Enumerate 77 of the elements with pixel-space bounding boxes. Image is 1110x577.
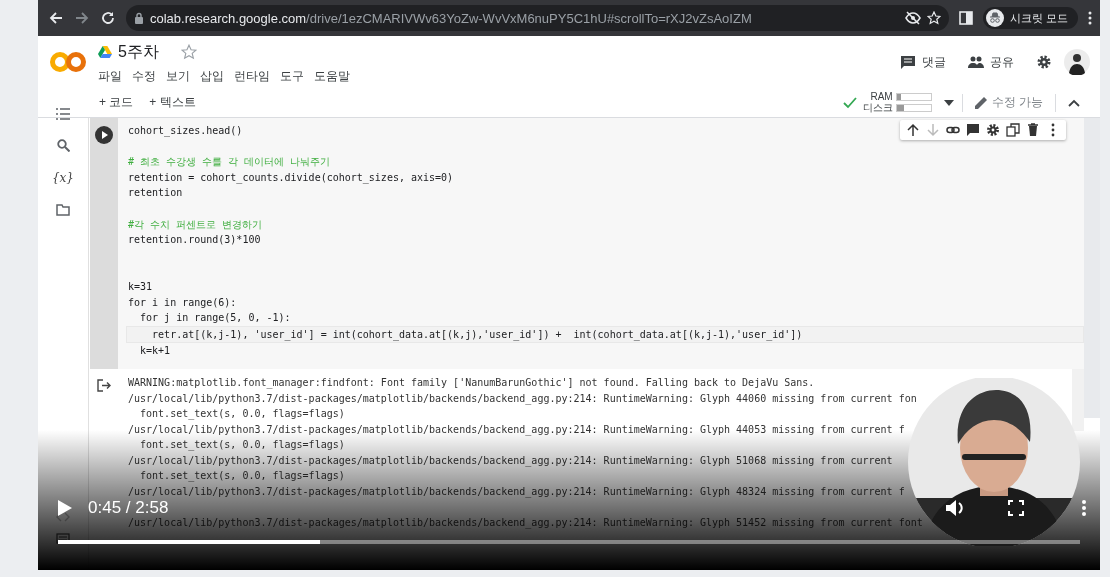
- play-icon[interactable]: [58, 500, 72, 516]
- progress-bar[interactable]: [58, 540, 1080, 544]
- check-icon: [842, 96, 857, 109]
- mirror-icon[interactable]: [1006, 123, 1020, 137]
- address-bar[interactable]: colab.research.google.com/drive/1ezCMARIVWv63YoZw-WvVxM6nuPY5C1hU#scrollTo=rXJ2vZsAoIZM: [126, 5, 949, 31]
- output-icon[interactable]: [97, 379, 111, 392]
- output-line: /usr/local/lib/python3.7/dist-packages/matplotlib/backends/backend_agg.py:214: RuntimeWarning: Glyph 44053 missing from current f: [128, 422, 905, 437]
- variables-icon[interactable]: {x}: [51, 171, 74, 185]
- menu-item[interactable]: 파일: [98, 67, 122, 85]
- output-line: font.set_text(s, 0.0, flags=flags): [139, 438, 345, 453]
- code-line: k=31: [128, 279, 153, 294]
- resource-label: RAM: [870, 92, 893, 102]
- caret-icon[interactable]: [943, 99, 954, 106]
- code-line: retention: [128, 186, 183, 201]
- output-line: /usr/local/lib/python3.7/dist-packages/matplotlib/backends/backend_agg.py:214: RuntimeWarning: Glyph 44060 missing from current fon: [128, 391, 917, 406]
- folder-icon[interactable]: [56, 204, 70, 216]
- usage-meter: [895, 104, 932, 112]
- volume-icon[interactable]: [946, 499, 966, 517]
- code-comment: #각 수치 퍼센트로 변경하기: [128, 217, 263, 232]
- toc-icon[interactable]: [56, 108, 70, 120]
- output-line: font.set_text(s, 0.0, flags=flags): [139, 469, 345, 484]
- comment-icon[interactable]: [966, 123, 980, 137]
- notebook-title[interactable]: 5주차: [118, 41, 159, 63]
- code-line: k=k+1: [139, 344, 171, 359]
- run-button-icon[interactable]: [95, 126, 113, 144]
- trash-icon[interactable]: [1026, 123, 1040, 137]
- reload-icon[interactable]: [100, 10, 116, 26]
- logo-icon: [50, 51, 86, 73]
- avatar-icon[interactable]: [1064, 49, 1090, 75]
- url-host: colab.research.google.com: [150, 10, 307, 26]
- output-line: font.set_text(s, 0.0, flags=flags): [139, 407, 345, 422]
- people-icon[interactable]: [968, 55, 984, 69]
- output-line: /usr/local/lib/python3.7/dist-packages/matplotlib/backends/backend_agg.py:214: RuntimeWarning: Glyph 51452 missing from current font: [128, 515, 923, 530]
- usage-meter: [895, 93, 932, 101]
- menu-item[interactable]: 삽입: [200, 67, 224, 85]
- menu-item[interactable]: 보기: [166, 67, 190, 85]
- add-button[interactable]: + 텍스트: [144, 92, 201, 113]
- lock-icon: [134, 12, 144, 24]
- fullscreen-icon[interactable]: [1008, 500, 1024, 516]
- forward-icon[interactable]: [74, 10, 90, 26]
- header-action[interactable]: 공유: [990, 53, 1014, 71]
- output-line: /usr/local/lib/python3.7/dist-packages/matplotlib/backends/backend_agg.py:214: RuntimeWarning: Glyph 48324 missing from current f: [128, 484, 905, 499]
- more-icon[interactable]: [1088, 11, 1092, 25]
- code-icon[interactable]: [56, 512, 70, 522]
- comment-icon[interactable]: [900, 55, 916, 69]
- search-icon[interactable]: [56, 139, 70, 152]
- code-line: for j in range(5, 0, -1):: [139, 311, 291, 326]
- drive-icon: [98, 46, 112, 58]
- code-line: for i in range(6):: [128, 295, 237, 310]
- menu-item[interactable]: 수정: [132, 67, 156, 85]
- header-action[interactable]: 댓글: [922, 53, 946, 71]
- add-button[interactable]: + 코드: [94, 92, 139, 113]
- back-icon[interactable]: [48, 10, 64, 26]
- arrow-up-icon[interactable]: [906, 123, 920, 137]
- code-line: retention = cohort_counts.divide(cohort_sizes, axis=0): [128, 170, 454, 186]
- page-scrollbar[interactable]: [1084, 118, 1100, 418]
- star-icon[interactable]: [180, 44, 197, 60]
- incognito-icon: [985, 9, 1004, 27]
- resource-label: 디스크: [862, 103, 893, 113]
- url-path: /drive/1ezCMARIVWv63YoZw-WvVxM6nuPY5C1hU#scrollTo=rXJ2vZsAoIZM: [306, 10, 752, 26]
- eye-off-icon[interactable]: [904, 11, 921, 25]
- code-comment: # 최초 수강생 수를 각 데이터에 나눠주기: [128, 155, 331, 170]
- code-line: cohort_sizes.head(): [128, 124, 243, 139]
- settings-icon[interactable]: [986, 123, 1000, 137]
- menu-item[interactable]: 도움말: [314, 67, 350, 85]
- settings-icon[interactable]: [1036, 54, 1052, 70]
- menu-item[interactable]: 런타임: [234, 67, 270, 85]
- output-line: WARNING:matplotlib.font_manager:findfont: Font family ['NanumBarunGothic'] not found. Falling back to DejaVu Sans.: [128, 376, 815, 391]
- pencil-icon: [974, 96, 988, 109]
- output-line: /usr/local/lib/python3.7/dist-packages/matplotlib/backends/backend_agg.py:214: RuntimeWarning: Glyph 51068 missing from current: [128, 453, 893, 468]
- edit-mode-button[interactable]: 수정 가능: [970, 92, 1047, 113]
- menu-item[interactable]: 도구: [280, 67, 304, 85]
- code-line: retention.round(3)*100: [128, 233, 261, 248]
- profile-button[interactable]: 시크릿 모드: [982, 7, 1078, 29]
- chevron-up-icon[interactable]: [1068, 98, 1080, 107]
- side-panel-icon[interactable]: [958, 11, 973, 25]
- video-time: 0:45 / 2:58: [88, 498, 169, 518]
